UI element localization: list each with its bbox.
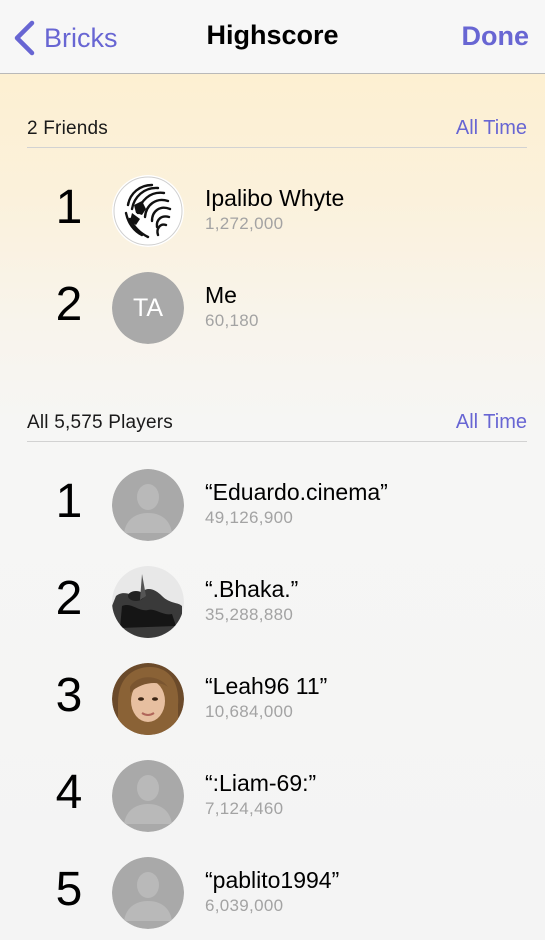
- avatar-initials: TA: [112, 272, 184, 344]
- player-row[interactable]: 4 “:Liam-69:” 7,124,460: [0, 747, 545, 844]
- rank-number: 2: [55, 572, 83, 625]
- player-name: “:Liam-69:”: [205, 770, 317, 796]
- rank-number: 1: [55, 475, 83, 528]
- rank-number: 1: [55, 181, 83, 234]
- rank-number: 3: [55, 669, 83, 722]
- person-silhouette-icon: [112, 469, 184, 541]
- player-row[interactable]: 2 “.Bhaka.” 35,288,880: [0, 553, 545, 650]
- player-score: 35,288,880: [205, 605, 294, 624]
- friends-section-title: 2 Friends: [27, 118, 109, 139]
- photo-avatar-woman: [112, 663, 184, 735]
- players-section-title: All 5,575 Players: [27, 412, 173, 433]
- rank-number: 4: [55, 766, 83, 819]
- player-score: 7,124,460: [205, 799, 284, 818]
- player-name: Ipalibo Whyte: [205, 185, 345, 211]
- player-name: “Eduardo.cinema”: [205, 479, 388, 505]
- placeholder-person-avatar: [112, 469, 184, 541]
- player-score: 49,126,900: [205, 508, 294, 527]
- back-button[interactable]: Bricks: [12, 18, 118, 58]
- rank-number: 2: [55, 278, 83, 331]
- player-score: 6,039,000: [205, 896, 284, 915]
- person-silhouette-icon: [112, 760, 184, 832]
- profile-photo-icon: [112, 566, 184, 638]
- friend-row[interactable]: 2 TA Me 60,180: [0, 259, 545, 356]
- back-button-label: Bricks: [44, 22, 118, 53]
- player-name: Me: [205, 282, 237, 308]
- player-name: “.Bhaka.”: [205, 576, 299, 602]
- player-row[interactable]: 1 “Eduardo.cinema” 49,126,900: [0, 456, 545, 553]
- profile-photo-icon: [112, 663, 184, 735]
- players-section-header: All 5,575 Players All Time: [27, 406, 527, 442]
- done-button[interactable]: Done: [462, 21, 530, 52]
- navigation-bar: Bricks Highscore Done: [0, 0, 545, 74]
- players-time-filter[interactable]: All Time: [456, 411, 527, 434]
- friends-time-filter[interactable]: All Time: [456, 117, 527, 140]
- player-row[interactable]: 3 “Leah96 11” 10,684,000: [0, 650, 545, 747]
- lion-logo-avatar: [112, 175, 184, 247]
- photo-avatar-dark: [112, 566, 184, 638]
- initials-avatar: TA: [112, 272, 184, 344]
- player-name: “pablito1994”: [205, 867, 340, 893]
- friends-section-header: 2 Friends All Time: [27, 112, 527, 148]
- player-name: “Leah96 11”: [205, 673, 328, 699]
- player-score: 1,272,000: [205, 214, 284, 233]
- person-silhouette-icon: [112, 857, 184, 929]
- friend-row[interactable]: 1 Ipalibo Whyte 1,272,000: [0, 162, 545, 259]
- player-score: 60,180: [205, 311, 259, 330]
- chevron-left-icon: [14, 20, 35, 56]
- leaderboard-content[interactable]: 2 Friends All Time 1 Ipalibo Whyte 1,272…: [0, 74, 545, 940]
- player-score: 10,684,000: [205, 702, 294, 721]
- rank-number: 5: [55, 863, 83, 916]
- placeholder-person-avatar: [112, 760, 184, 832]
- placeholder-person-avatar: [112, 857, 184, 929]
- player-row[interactable]: 5 “pablito1994” 6,039,000: [0, 844, 545, 940]
- lion-icon: [112, 175, 184, 247]
